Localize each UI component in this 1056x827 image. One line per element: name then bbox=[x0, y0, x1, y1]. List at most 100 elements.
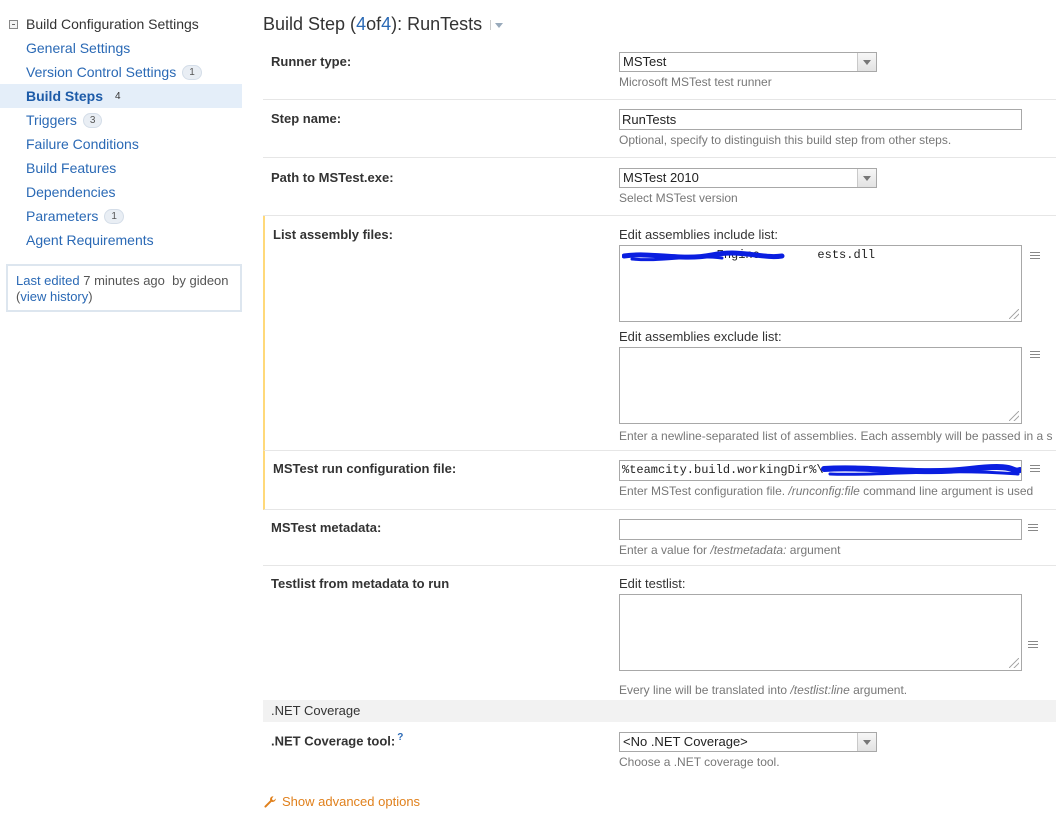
title-of: of bbox=[366, 14, 382, 34]
coverage-section-header: .NET Coverage bbox=[263, 700, 1056, 722]
include-list-textarea[interactable]: .Engine. ests.dll bbox=[619, 245, 1022, 322]
title-prefix: Build Step ( bbox=[263, 14, 357, 34]
assemblies-field: Edit assemblies include list: .Engine. e… bbox=[619, 227, 1053, 443]
dropdown-arrow-icon[interactable] bbox=[857, 53, 876, 71]
help-icon[interactable]: ? bbox=[397, 732, 403, 743]
step-name-field: RunTests Optional, specify to distinguis… bbox=[619, 109, 1022, 147]
testlist-label: Testlist from metadata to run bbox=[271, 576, 450, 591]
coverage-tool-value: <No .NET Coverage> bbox=[623, 734, 748, 749]
list-editor-icon[interactable] bbox=[1028, 641, 1038, 650]
metadata-row: MSTest metadata: Enter a value for /test… bbox=[263, 510, 1056, 566]
sidebar-title: Build Configuration Settings bbox=[26, 16, 199, 32]
file-picker-icon[interactable] bbox=[1028, 524, 1038, 533]
sidebar-nav: General Settings Version Control Setting… bbox=[0, 36, 242, 252]
sidebar-item-build-features[interactable]: Build Features bbox=[0, 156, 242, 180]
sidebar-item-label: General Settings bbox=[26, 40, 131, 56]
exclude-list-label: Edit assemblies exclude list: bbox=[619, 329, 782, 344]
runner-type-value: MSTest bbox=[623, 54, 667, 69]
title-suffix: ): RunTests bbox=[391, 14, 483, 34]
hint-text: argument bbox=[786, 543, 841, 557]
redaction-scribble bbox=[622, 250, 785, 262]
run-config-hint: Enter MSTest configuration file. /runcon… bbox=[619, 484, 1033, 498]
runner-type-row: Runner type: MSTest Microsoft MSTest tes… bbox=[263, 44, 1056, 100]
hint-text: Enter MSTest configuration file. bbox=[619, 484, 789, 498]
sidebar-item-version-control[interactable]: Version Control Settings 1 bbox=[0, 60, 242, 84]
sidebar-item-label: Triggers bbox=[26, 112, 77, 128]
run-config-input[interactable]: %teamcity.build.workingDir%\ bbox=[619, 460, 1022, 481]
sidebar-item-label: Build Features bbox=[26, 160, 117, 176]
testlist-row: Testlist from metadata to run Edit testl… bbox=[263, 566, 1056, 700]
include-list-label: Edit assemblies include list: bbox=[619, 227, 778, 242]
coverage-tool-select[interactable]: <No .NET Coverage> bbox=[619, 732, 877, 752]
testlist-sub-label: Edit testlist: bbox=[619, 576, 686, 591]
sidebar-item-label: Dependencies bbox=[26, 184, 116, 200]
list-editor-icon[interactable] bbox=[1030, 252, 1040, 261]
sidebar-item-parameters[interactable]: Parameters 1 bbox=[0, 204, 242, 228]
collapse-icon[interactable] bbox=[9, 19, 18, 29]
advanced-link-label: Show advanced options bbox=[282, 794, 421, 809]
resize-grip-icon[interactable] bbox=[1009, 309, 1019, 319]
sidebar-item-dependencies[interactable]: Dependencies bbox=[0, 180, 242, 204]
last-edited-time: 7 minutes ago bbox=[83, 273, 165, 288]
hint-argument: /testlist:line bbox=[790, 683, 850, 697]
sidebar-item-agent-requirements[interactable]: Agent Requirements bbox=[0, 228, 242, 252]
coverage-tool-label-wrap: .NET Coverage tool:? bbox=[271, 732, 403, 748]
run-config-row: MSTest run configuration file: %teamcity… bbox=[263, 451, 1056, 510]
mstest-path-hint: Select MSTest version bbox=[619, 191, 738, 205]
resize-grip-icon[interactable] bbox=[1009, 411, 1019, 421]
testlist-textarea[interactable] bbox=[619, 594, 1022, 671]
sidebar-item-general-settings[interactable]: General Settings bbox=[0, 36, 242, 60]
coverage-tool-field: <No .NET Coverage> Choose a .NET coverag… bbox=[619, 732, 877, 769]
wrench-icon bbox=[264, 795, 276, 808]
run-config-label: MSTest run configuration file: bbox=[273, 461, 457, 476]
show-advanced-options-link[interactable]: Show advanced options bbox=[263, 794, 420, 809]
metadata-label: MSTest metadata: bbox=[271, 520, 382, 535]
coverage-tool-label: .NET Coverage tool: bbox=[271, 733, 396, 749]
file-picker-icon[interactable] bbox=[1030, 465, 1040, 474]
step-name-input[interactable]: RunTests bbox=[619, 109, 1022, 130]
view-history-link[interactable]: view history bbox=[20, 289, 88, 304]
sidebar-item-label: Version Control Settings bbox=[26, 64, 177, 80]
assemblies-row: List assembly files: Edit assemblies inc… bbox=[263, 216, 1056, 451]
sidebar-item-label: Agent Requirements bbox=[26, 232, 154, 248]
run-config-value: %teamcity.build.workingDir%\ bbox=[622, 463, 824, 477]
mstest-path-select[interactable]: MSTest 2010 bbox=[619, 168, 877, 188]
assemblies-hint: Enter a newline-separated list of assemb… bbox=[619, 429, 1053, 443]
last-edited-box: Last edited 7 minutes ago by gideon (vie… bbox=[6, 264, 242, 312]
metadata-input[interactable] bbox=[619, 519, 1022, 540]
exclude-list-textarea[interactable] bbox=[619, 347, 1022, 424]
assemblies-label: List assembly files: bbox=[273, 227, 393, 242]
runner-type-field: MSTest Microsoft MSTest test runner bbox=[619, 52, 877, 89]
hint-text: argument. bbox=[849, 683, 908, 697]
runner-type-label: Runner type: bbox=[271, 54, 352, 69]
last-edited-by: by gideon bbox=[172, 273, 229, 288]
dropdown-arrow-icon[interactable] bbox=[857, 169, 876, 187]
testlist-hint: Every line will be translated into /test… bbox=[619, 683, 1022, 697]
runner-type-select[interactable]: MSTest bbox=[619, 52, 877, 72]
count-badge: 4 bbox=[115, 90, 121, 102]
metadata-hint: Enter a value for /testmetadata: argumen… bbox=[619, 543, 1022, 557]
step-menu-chevron-icon[interactable] bbox=[490, 19, 505, 30]
sidebar-item-label: Parameters bbox=[26, 208, 99, 224]
hint-argument: /runconfig:file bbox=[788, 484, 860, 498]
runner-type-hint: Microsoft MSTest test runner bbox=[619, 75, 772, 89]
list-editor-icon[interactable] bbox=[1030, 351, 1040, 360]
resize-grip-icon[interactable] bbox=[1009, 658, 1019, 668]
mstest-path-row: Path to MSTest.exe: MSTest 2010 Select M… bbox=[263, 158, 1056, 216]
metadata-field: Enter a value for /testmetadata: argumen… bbox=[619, 519, 1022, 557]
dropdown-arrow-icon[interactable] bbox=[857, 733, 876, 751]
step-total-link[interactable]: 4 bbox=[381, 14, 391, 35]
count-badge: 3 bbox=[82, 112, 103, 128]
sidebar-item-label: Failure Conditions bbox=[26, 136, 139, 152]
last-edited-link[interactable]: Last edited bbox=[16, 273, 80, 288]
testlist-field: Edit testlist: Every line will be transl… bbox=[619, 576, 1022, 697]
coverage-tool-hint: Choose a .NET coverage tool. bbox=[619, 755, 780, 769]
sidebar-item-triggers[interactable]: Triggers 3 bbox=[0, 108, 242, 132]
mstest-path-label: Path to MSTest.exe: bbox=[271, 170, 394, 185]
sidebar-item-build-steps[interactable]: Build Steps 4 bbox=[0, 84, 242, 108]
sidebar-item-failure-conditions[interactable]: Failure Conditions bbox=[0, 132, 242, 156]
sidebar-header[interactable]: Build Configuration Settings bbox=[9, 16, 199, 32]
step-name-hint: Optional, specify to distinguish this bu… bbox=[619, 133, 952, 147]
hint-text: Every line will be translated into bbox=[619, 683, 791, 697]
page-title: Build Step (4 of 4): RunTests bbox=[263, 14, 505, 35]
